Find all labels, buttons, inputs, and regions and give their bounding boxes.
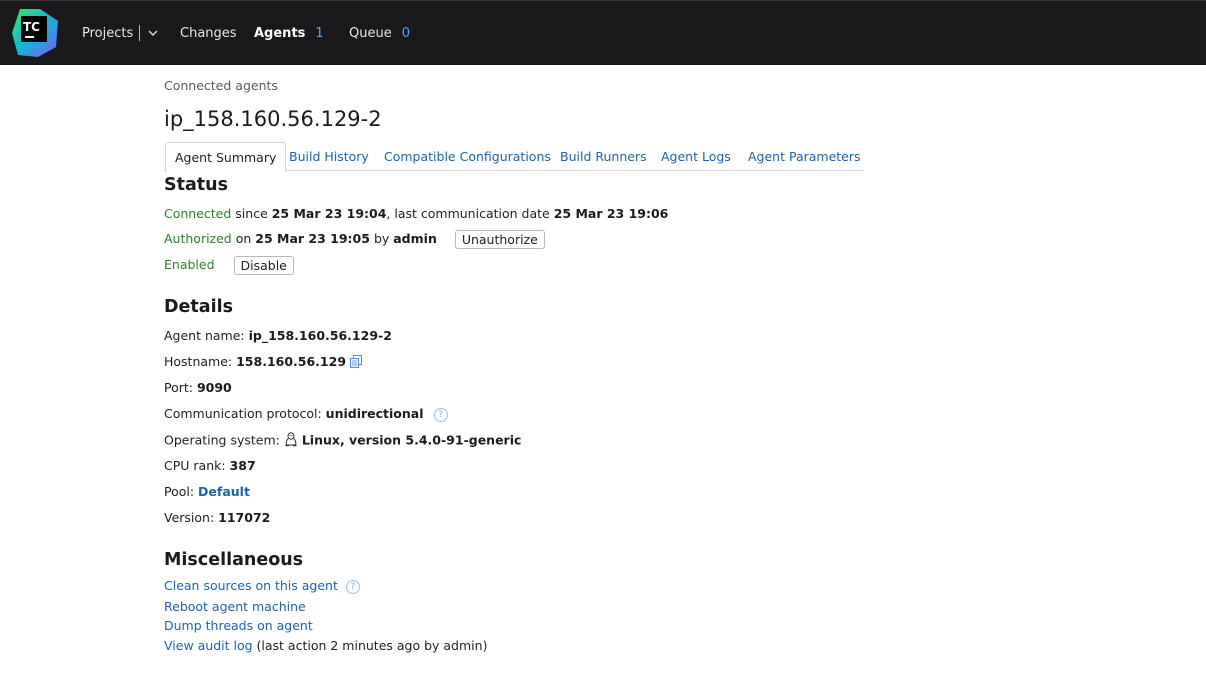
view-audit-log-link[interactable]: View audit log (164, 638, 253, 653)
nav-agents-label: Agents (254, 25, 306, 41)
hostname-label: Hostname: (164, 354, 237, 369)
hostname-value: 158.160.56.129 (236, 354, 347, 369)
pool-link[interactable]: Default (198, 484, 250, 499)
port-value: 9090 (196, 380, 232, 395)
clean-sources-row: Clean sources on this agent ? (164, 578, 360, 594)
os-label: Operating system: (164, 432, 284, 448)
version-value: 117072 (218, 510, 271, 525)
on-text: on (231, 231, 256, 246)
connected-label: Connected (164, 206, 232, 221)
by-text: by (369, 231, 394, 246)
protocol-row: Communication protocol: unidirectional ? (164, 406, 448, 422)
nav-projects-label: Projects (82, 25, 134, 41)
since-text: since (231, 206, 272, 221)
connected-date: 25 Mar 23 19:04 (271, 206, 387, 221)
cpu-label: CPU rank: (164, 458, 230, 473)
authorization-row: Authorized on 25 Mar 23 19:05 by admin U… (164, 230, 545, 249)
enabled-row: Enabled Disable (164, 256, 294, 275)
port-row: Port: 9090 (164, 380, 232, 395)
dump-threads-link[interactable]: Dump threads on agent (164, 618, 313, 633)
details-heading: Details (164, 297, 233, 317)
queue-count-badge: 0 (401, 25, 410, 41)
miscellaneous-heading: Miscellaneous (164, 550, 304, 570)
agent-name-value: ip_158.160.56.129-2 (248, 328, 392, 343)
status-heading: Status (164, 175, 229, 195)
nav-agents[interactable]: Agents 1 (254, 1, 324, 65)
linux-penguin-icon (284, 432, 298, 450)
nav-projects[interactable]: Projects (82, 1, 158, 65)
cpu-row: CPU rank: 387 (164, 458, 256, 473)
clean-sources-link[interactable]: Clean sources on this agent (164, 578, 338, 593)
nav-changes-label: Changes (180, 25, 237, 41)
logo-text: TC (23, 20, 40, 34)
version-label: Version: (164, 510, 219, 525)
agent-name-row: Agent name: ip_158.160.56.129-2 (164, 328, 392, 343)
authorized-by: admin (393, 231, 437, 246)
nav-queue[interactable]: Queue 0 (349, 1, 410, 65)
tab-compatible-configurations[interactable]: Compatible Configurations (384, 142, 551, 170)
agents-count-badge: 1 (315, 25, 324, 41)
pool-label: Pool: (164, 484, 199, 499)
disable-button[interactable]: Disable (233, 256, 294, 275)
tab-build-runners[interactable]: Build Runners (560, 142, 647, 170)
authorized-date: 25 Mar 23 19:05 (255, 231, 370, 246)
breadcrumb[interactable]: Connected agents (164, 78, 278, 93)
cpu-value: 387 (229, 458, 256, 473)
hostname-row: Hostname: 158.160.56.129 (164, 354, 363, 371)
help-icon[interactable]: ? (345, 579, 360, 594)
port-label: Port: (164, 380, 197, 395)
tab-agent-summary[interactable]: Agent Summary (165, 142, 287, 172)
agent-tabs: Agent Summary Build History Compatible C… (164, 142, 864, 172)
pool-row: Pool: Default (164, 484, 250, 499)
tab-build-history[interactable]: Build History (289, 142, 369, 170)
protocol-label: Communication protocol: (164, 406, 326, 421)
last-comm-date: 25 Mar 23 19:06 (553, 206, 669, 221)
unauthorize-button[interactable]: Unauthorize (454, 230, 545, 249)
enabled-label: Enabled (164, 257, 215, 272)
last-comm-text: , last communication date (386, 206, 554, 221)
chevron-down-icon[interactable] (148, 29, 158, 37)
nav-divider (139, 25, 141, 41)
top-navigation-bar: TC Projects Changes Agents 1 Queue 0 (0, 0, 1206, 65)
audit-log-row: View audit log (last action 2 minutes ag… (164, 638, 487, 653)
nav-queue-label: Queue (349, 25, 392, 41)
teamcity-logo[interactable]: TC (10, 7, 60, 59)
nav-changes[interactable]: Changes (180, 1, 237, 65)
reboot-agent-link[interactable]: Reboot agent machine (164, 599, 306, 614)
help-icon[interactable]: ? (433, 407, 448, 422)
agent-name-label: Agent name: (164, 328, 249, 343)
page-title: ip_158.160.56.129-2 (164, 107, 382, 131)
os-row: Operating system: Linux, version 5.4.0-9… (164, 432, 521, 450)
authorized-label: Authorized (164, 231, 232, 246)
protocol-value: unidirectional (325, 406, 424, 421)
tab-agent-logs[interactable]: Agent Logs (661, 142, 731, 170)
tab-agent-parameters[interactable]: Agent Parameters (748, 142, 861, 170)
version-row: Version: 117072 (164, 510, 270, 525)
connection-status-row: Connected since 25 Mar 23 19:04, last co… (164, 206, 668, 221)
copy-icon[interactable] (350, 354, 363, 371)
audit-log-note: (last action 2 minutes ago by admin) (252, 638, 488, 653)
os-value: Linux, version 5.4.0-91-generic (301, 432, 522, 448)
